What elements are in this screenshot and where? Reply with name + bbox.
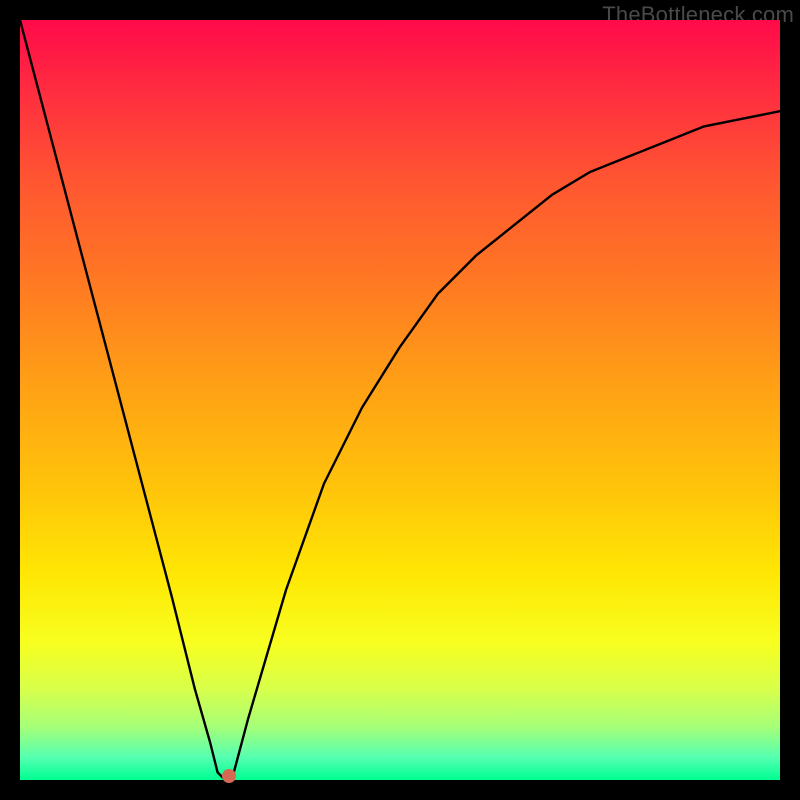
bottleneck-curve-path bbox=[20, 20, 780, 780]
chart-curve bbox=[20, 20, 780, 780]
optimal-point-marker bbox=[222, 769, 236, 783]
chart-frame bbox=[20, 20, 780, 780]
